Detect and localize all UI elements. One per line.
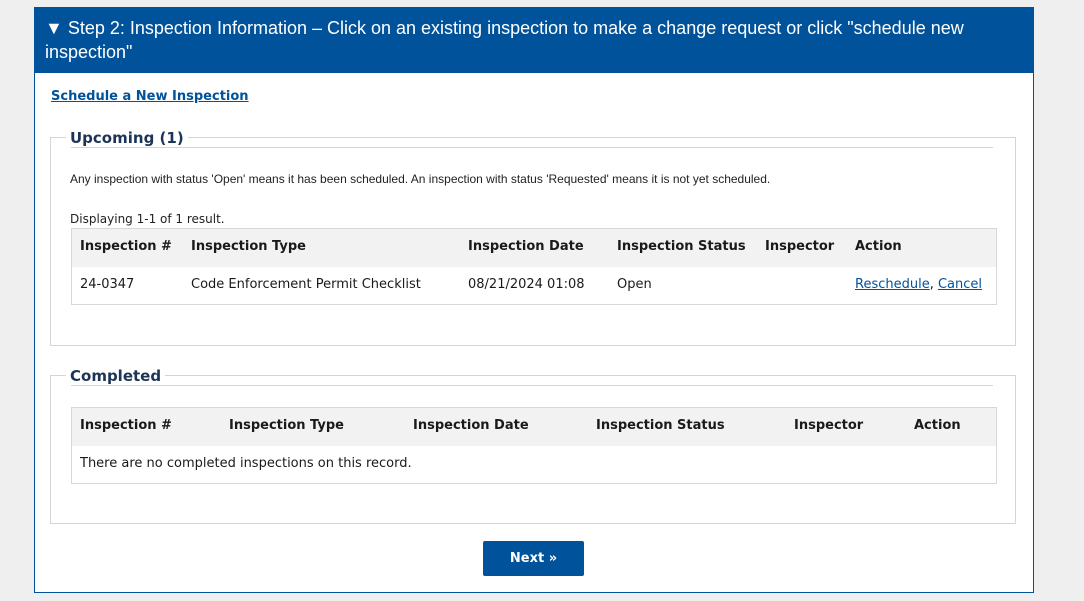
- inspection-status: Open: [617, 277, 652, 292]
- next-button[interactable]: Next »: [483, 541, 584, 576]
- step-title: Step 2: Inspection Information – Click o…: [45, 18, 964, 62]
- inspection-panel: ▼ Step 2: Inspection Information – Click…: [34, 7, 1034, 593]
- col-inspection-status: Inspection Status: [617, 239, 746, 254]
- table-header: Inspection # Inspection Type Inspection …: [72, 408, 996, 446]
- upcoming-section: Upcoming (1) Any inspection with status …: [50, 129, 1016, 346]
- section-divider: [71, 147, 993, 148]
- reschedule-link[interactable]: Reschedule: [855, 277, 930, 292]
- table-row[interactable]: 24-0347 Code Enforcement Permit Checklis…: [72, 267, 996, 304]
- empty-message: There are no completed inspections on th…: [80, 456, 412, 471]
- step-header[interactable]: ▼ Step 2: Inspection Information – Click…: [35, 8, 1033, 73]
- status-note: Any inspection with status 'Open' means …: [70, 172, 771, 186]
- section-divider: [71, 385, 993, 386]
- action-separator: ,: [929, 277, 938, 292]
- collapse-arrow-icon[interactable]: ▼: [45, 18, 63, 38]
- schedule-new-inspection-link[interactable]: Schedule a New Inspection: [51, 89, 249, 104]
- inspection-number: 24-0347: [80, 277, 135, 292]
- cancel-link[interactable]: Cancel: [938, 277, 982, 292]
- upcoming-table: Inspection # Inspection Type Inspection …: [71, 228, 997, 305]
- completed-section: Completed Inspection # Inspection Type I…: [50, 367, 1016, 524]
- col-inspector: Inspector: [794, 418, 864, 433]
- col-inspection-status: Inspection Status: [596, 418, 725, 433]
- completed-table: Inspection # Inspection Type Inspection …: [71, 407, 997, 484]
- col-inspection-number: Inspection #: [80, 239, 172, 254]
- col-inspection-date: Inspection Date: [468, 239, 584, 254]
- col-inspector: Inspector: [765, 239, 835, 254]
- col-inspection-number: Inspection #: [80, 418, 172, 433]
- col-action: Action: [914, 418, 961, 433]
- result-count: Displaying 1-1 of 1 result.: [70, 212, 225, 226]
- table-header: Inspection # Inspection Type Inspection …: [72, 229, 996, 267]
- col-inspection-date: Inspection Date: [413, 418, 529, 433]
- inspection-date: 08/21/2024 01:08: [468, 277, 585, 292]
- col-inspection-type: Inspection Type: [191, 239, 306, 254]
- col-inspection-type: Inspection Type: [229, 418, 344, 433]
- upcoming-title: Upcoming (1): [66, 129, 188, 147]
- completed-title: Completed: [66, 367, 166, 385]
- col-action: Action: [855, 239, 902, 254]
- inspection-type: Code Enforcement Permit Checklist: [191, 277, 421, 292]
- action-cell: Reschedule, Cancel: [855, 277, 982, 292]
